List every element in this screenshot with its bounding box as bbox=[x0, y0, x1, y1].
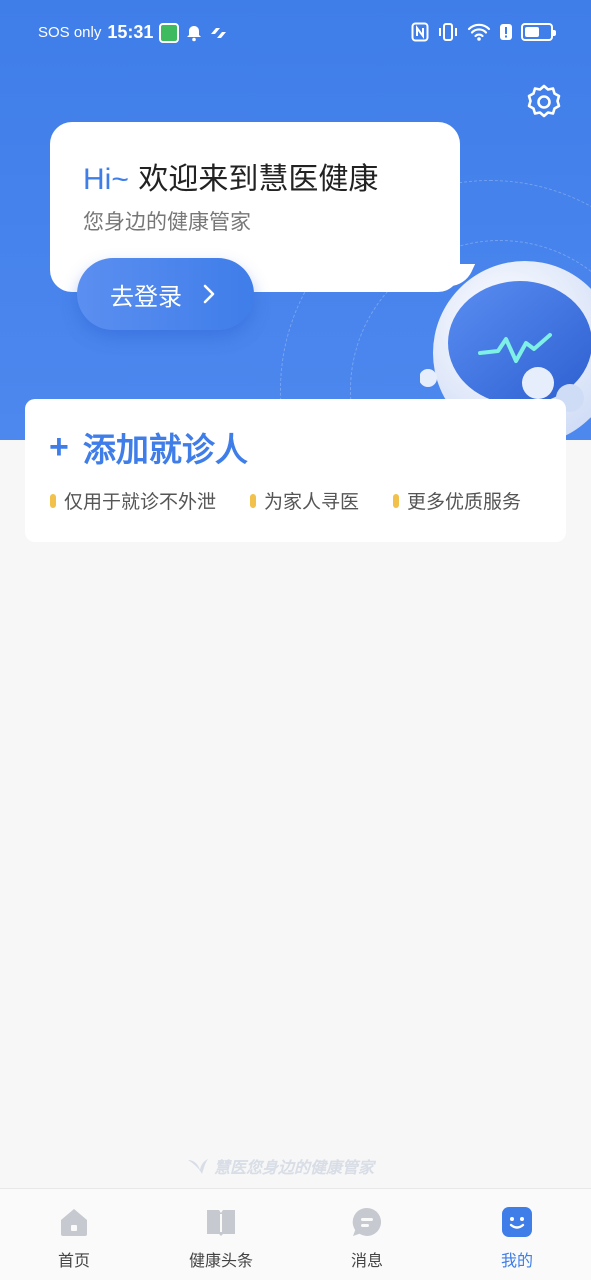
feature-label: 仅用于就诊不外泄 bbox=[64, 491, 217, 513]
login-button[interactable]: 去登录 bbox=[77, 258, 254, 330]
battery-icon bbox=[521, 23, 556, 41]
tab-label: 消息 bbox=[350, 1251, 383, 1270]
plus-icon: + bbox=[49, 427, 69, 466]
tab-label: 我的 bbox=[500, 1251, 533, 1270]
bottom-tab-bar: 首页 健康头条 消息 我的 bbox=[0, 1188, 591, 1280]
add-patient-label: 添加就诊人 bbox=[82, 430, 248, 469]
feature-label: 更多优质服务 bbox=[407, 491, 522, 513]
footer-watermark: 慧医您身边的健康管家 bbox=[186, 1154, 374, 1178]
message-icon bbox=[352, 1207, 382, 1236]
feature-item: 更多优质服务 bbox=[393, 487, 521, 514]
tab-label: 首页 bbox=[57, 1251, 90, 1270]
brand-logo-icon bbox=[188, 1159, 208, 1174]
tab-home[interactable]: 首页 bbox=[24, 1205, 124, 1271]
bullet-icon bbox=[250, 493, 257, 508]
add-patient-card[interactable]: + 添加就诊人 仅用于就诊不外泄 为家人寻医 更多优质服务 bbox=[25, 399, 566, 542]
profile-icon bbox=[502, 1207, 532, 1237]
bullet-icon bbox=[393, 493, 400, 508]
watermark-text: 慧医您身边的健康管家 bbox=[214, 1158, 375, 1177]
alert-icon bbox=[499, 23, 513, 41]
status-bar: SOS only 15:31 bbox=[0, 0, 591, 66]
carrier-text: SOS only bbox=[38, 24, 102, 41]
settings-button[interactable] bbox=[524, 82, 564, 122]
welcome-title: Hi~ 欢迎来到慧医健康 bbox=[83, 154, 378, 198]
greeting-text: 欢迎来到慧医健康 bbox=[138, 162, 379, 197]
gear-icon bbox=[527, 84, 561, 118]
wechat-notification-icon bbox=[159, 22, 180, 43]
bell-icon bbox=[185, 24, 203, 42]
link-icon bbox=[209, 25, 229, 41]
add-patient-button[interactable]: + 添加就诊人 bbox=[49, 423, 248, 471]
welcome-subtitle: 您身边的健康管家 bbox=[83, 210, 251, 234]
chevron-right-icon bbox=[203, 284, 215, 304]
tab-mine[interactable]: 我的 bbox=[467, 1205, 567, 1271]
tab-messages[interactable]: 消息 bbox=[317, 1205, 417, 1271]
vibrate-icon bbox=[437, 22, 459, 42]
clock: 15:31 bbox=[107, 22, 154, 42]
feature-label: 为家人寻医 bbox=[264, 491, 360, 513]
nfc-icon bbox=[411, 22, 429, 42]
tab-health-news[interactable]: 健康头条 bbox=[171, 1205, 271, 1271]
bullet-icon bbox=[50, 493, 56, 508]
greeting-hi: Hi~ bbox=[83, 163, 129, 196]
wifi-icon bbox=[467, 22, 491, 42]
book-icon bbox=[207, 1210, 235, 1236]
feature-item: 仅用于就诊不外泄 bbox=[50, 487, 216, 514]
home-icon bbox=[61, 1209, 87, 1236]
tab-label: 健康头条 bbox=[188, 1251, 253, 1270]
login-label: 去登录 bbox=[110, 282, 182, 311]
feature-list: 仅用于就诊不外泄 为家人寻医 更多优质服务 bbox=[50, 487, 521, 514]
feature-item: 为家人寻医 bbox=[250, 487, 359, 514]
